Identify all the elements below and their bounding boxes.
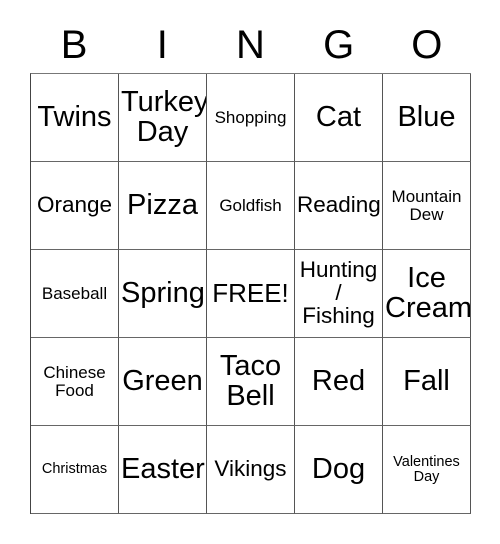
bingo-cell-label: Pizza [127,188,198,221]
bingo-cell[interactable]: Twins [31,74,119,162]
bingo-cell-label: Chinese Food [43,363,106,400]
bingo-header-letter-n: N [236,22,265,67]
bingo-cell[interactable]: Shopping [207,74,295,162]
bingo-cell-label: Valentines Day [393,453,460,485]
bingo-cell-label: Blue [397,100,456,133]
bingo-cell[interactable]: Christmas [31,426,119,514]
bingo-cell-label: Red [311,364,366,397]
bingo-cell-label: Cat [315,100,362,133]
bingo-header-letter-b: B [60,22,88,67]
bingo-cell[interactable]: Orange [31,162,119,250]
bingo-card: B I N G O Twins Turkey Day Shopping Cat … [30,16,471,514]
bingo-cell[interactable]: Pizza [119,162,207,250]
bingo-cell[interactable]: Red [295,338,383,426]
bingo-cell-label: Ice Cream [385,261,471,324]
bingo-cell-label: Orange [36,192,113,218]
bingo-row: Christmas Easter Vikings Dog Valentines … [31,426,471,514]
bingo-cell[interactable]: Fall [383,338,471,426]
bingo-cell[interactable]: Blue [383,74,471,162]
bingo-cell[interactable]: Turkey Day [119,74,207,162]
bingo-cell-label: Mountain Dew [391,187,462,224]
bingo-header-letter-g: G [323,22,355,67]
bingo-cell-label: Dog [311,452,366,485]
bingo-cell-label: Christmas [41,461,108,478]
bingo-cell-label: Goldfish [219,195,282,215]
bingo-cell-label: Taco Bell [219,349,282,412]
bingo-cell[interactable]: Dog [295,426,383,514]
bingo-cell-label: Easter [121,452,205,485]
bingo-grid: Twins Turkey Day Shopping Cat Blue Orang… [30,73,471,514]
bingo-row: Baseball Spring FREE! Hunting / Fishing … [31,250,471,338]
bingo-cell[interactable]: Hunting / Fishing [295,250,383,338]
bingo-cell[interactable]: Taco Bell [207,338,295,426]
bingo-header-letter-i: I [156,22,168,67]
bingo-cell[interactable]: Valentines Day [383,426,471,514]
bingo-cell-label: Spring [121,276,205,309]
bingo-cell[interactable]: Ice Cream [383,250,471,338]
bingo-cell[interactable]: Easter [119,426,207,514]
bingo-free-space-label: FREE! [212,278,289,309]
bingo-cell-label: Turkey Day [121,85,207,148]
bingo-cell[interactable]: Vikings [207,426,295,514]
bingo-cell-label: Green [122,364,203,397]
bingo-cell-label: Twins [37,100,112,133]
bingo-row: Twins Turkey Day Shopping Cat Blue [31,74,471,162]
bingo-header-row: B I N G O [30,16,471,73]
bingo-cell[interactable]: Mountain Dew [383,162,471,250]
bingo-cell[interactable]: Chinese Food [31,338,119,426]
bingo-cell-label: Reading [297,192,381,218]
bingo-cell-label: Baseball [41,283,108,303]
bingo-cell[interactable]: Reading [295,162,383,250]
bingo-cell-label: Vikings [214,456,287,482]
bingo-cell[interactable]: Spring [119,250,207,338]
bingo-cell-label: Shopping [214,107,287,127]
bingo-row: Orange Pizza Goldfish Reading Mountain D… [31,162,471,250]
bingo-cell[interactable]: Baseball [31,250,119,338]
bingo-row: Chinese Food Green Taco Bell Red Fall [31,338,471,426]
bingo-cell-label: Hunting / Fishing [299,257,378,328]
bingo-free-space-cell[interactable]: FREE! [207,250,295,338]
bingo-cell[interactable]: Goldfish [207,162,295,250]
bingo-header-letter-o: O [411,22,443,67]
bingo-cell[interactable]: Cat [295,74,383,162]
bingo-cell[interactable]: Green [119,338,207,426]
bingo-cell-label: Fall [403,364,450,397]
